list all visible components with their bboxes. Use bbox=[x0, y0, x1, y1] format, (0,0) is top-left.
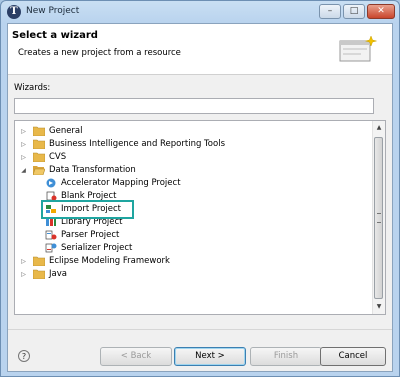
tree-item-business-intelligence[interactable]: ▷ Business Intelligence and Reporting To… bbox=[19, 138, 369, 151]
scroll-grip-icon bbox=[377, 213, 381, 223]
scroll-thumb[interactable] bbox=[374, 137, 383, 299]
window-title: New Project bbox=[26, 6, 80, 16]
tree-item-serializer-project[interactable]: Serializer Project bbox=[45, 242, 365, 255]
wizard-header: Select a wizard Creates a new project fr… bbox=[8, 24, 392, 75]
folder-icon bbox=[33, 256, 45, 266]
tree-item-eclipse-modeling-framework[interactable]: ▷ Eclipse Modeling Framework bbox=[19, 255, 369, 268]
expand-arrow-icon[interactable]: ▷ bbox=[19, 268, 28, 281]
serializer-project-icon bbox=[45, 243, 57, 253]
new-project-window: T New Project – □ ✕ Select a wizard Crea… bbox=[0, 0, 400, 377]
wizards-label: Wizards: bbox=[14, 83, 51, 93]
page-title: Select a wizard bbox=[12, 30, 98, 41]
tree-item-label: Java bbox=[49, 269, 67, 279]
back-button[interactable]: < Back bbox=[100, 347, 172, 366]
cancel-button[interactable]: Cancel bbox=[320, 347, 386, 366]
collapse-arrow-icon[interactable]: ◢ bbox=[19, 164, 28, 177]
parser-project-icon bbox=[45, 230, 57, 240]
folder-icon bbox=[33, 152, 45, 162]
accelerator-project-icon bbox=[46, 178, 56, 188]
expand-arrow-icon[interactable]: ▷ bbox=[19, 255, 28, 268]
tree-item-label: Parser Project bbox=[61, 230, 120, 240]
help-icon[interactable]: ? bbox=[18, 350, 30, 362]
folder-icon bbox=[33, 139, 45, 149]
tree-item-java[interactable]: ▷ Java bbox=[19, 268, 369, 281]
tree-item-label: Accelerator Mapping Project bbox=[61, 178, 181, 188]
folder-icon bbox=[33, 126, 45, 136]
tree-scrollbar[interactable]: ▲ ▼ bbox=[372, 121, 385, 314]
tree-item-data-transformation[interactable]: ◢ Data Transformation bbox=[19, 164, 369, 177]
finish-button[interactable]: Finish bbox=[250, 347, 322, 366]
wizard-tree[interactable]: ▷ General ▷ Business Intelligence and Re… bbox=[14, 120, 386, 315]
scroll-down-icon[interactable]: ▼ bbox=[374, 302, 384, 312]
footer-divider bbox=[8, 329, 392, 330]
tree-item-label: General bbox=[49, 126, 83, 136]
dialog-body: Select a wizard Creates a new project fr… bbox=[7, 23, 393, 372]
page-description: Creates a new project from a resource bbox=[18, 48, 181, 58]
expand-arrow-icon[interactable]: ▷ bbox=[19, 151, 28, 164]
tree-item-general[interactable]: ▷ General bbox=[19, 125, 369, 138]
tree-item-label: CVS bbox=[49, 152, 67, 162]
tree-item-label: Serializer Project bbox=[61, 243, 133, 253]
tree-item-label: Eclipse Modeling Framework bbox=[49, 256, 170, 266]
tree-item-accelerator-mapping-project[interactable]: Accelerator Mapping Project bbox=[45, 177, 365, 190]
expand-arrow-icon[interactable]: ▷ bbox=[19, 125, 28, 138]
close-button[interactable]: ✕ bbox=[367, 4, 395, 19]
title-bar[interactable]: T New Project – □ ✕ bbox=[1, 1, 399, 23]
tree-item-label: Data Transformation bbox=[49, 165, 136, 175]
tree-item-label: Business Intelligence and Reporting Tool… bbox=[49, 139, 225, 149]
maximize-button[interactable]: □ bbox=[343, 4, 365, 19]
wizard-filter-input[interactable] bbox=[14, 98, 374, 114]
expand-arrow-icon[interactable]: ▷ bbox=[19, 138, 28, 151]
tree-item-parser-project[interactable]: Parser Project bbox=[45, 229, 365, 242]
next-button[interactable]: Next > bbox=[174, 347, 246, 366]
minimize-button[interactable]: – bbox=[319, 4, 341, 19]
selection-highlight bbox=[41, 200, 134, 219]
folder-icon bbox=[33, 269, 45, 279]
tree-item-cvs[interactable]: ▷ CVS bbox=[19, 151, 369, 164]
scroll-up-icon[interactable]: ▲ bbox=[374, 123, 384, 133]
new-wizard-banner-icon bbox=[339, 35, 377, 62]
folder-open-icon bbox=[33, 166, 45, 175]
app-logo-icon: T bbox=[7, 5, 21, 19]
